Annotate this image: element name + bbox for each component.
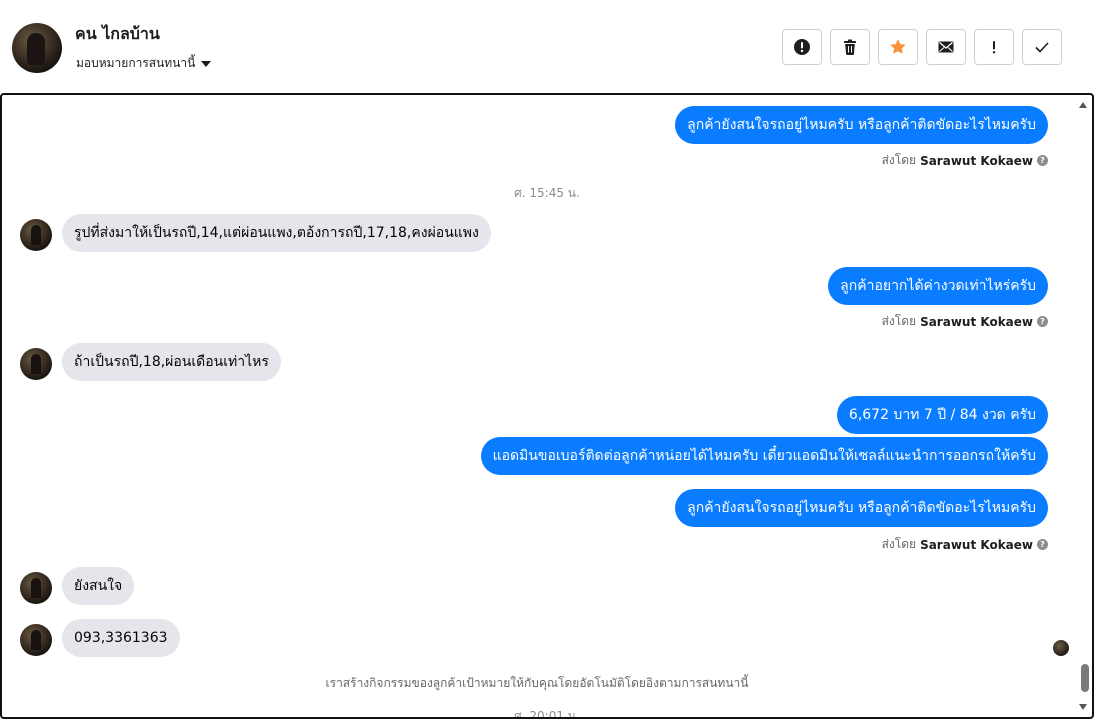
contact-name[interactable]: คน ไกลบ้าน [75, 22, 160, 47]
star-button[interactable] [878, 29, 918, 65]
mark-done-button[interactable] [1022, 29, 1062, 65]
assign-conversation-dropdown[interactable]: มอบหมายการสนทนานี้ [76, 54, 212, 73]
outgoing-message[interactable]: ลูกค้าอยากได้ค่างวดเท่าไหร่ครับ [828, 267, 1048, 305]
assign-label: มอบหมายการสนทนานี้ [76, 56, 196, 70]
outgoing-message[interactable]: แอดมินขอเบอร์ติดต่อลูกค้าหน่อยได้ไหมครับ… [480, 437, 1048, 475]
sent-by-prefix: ส่งโดย [881, 537, 917, 551]
alert-circle-icon [794, 39, 810, 55]
incoming-message[interactable]: ถ้าเป็นรถปี,18,ผ่อนเดือนเท่าไหร [62, 343, 281, 381]
sent-by-label: ส่งโดย Sarawut Kokaew ? [882, 312, 1048, 331]
timestamp-divider: ศ. 15:45 น. [514, 186, 580, 200]
trash-icon [844, 39, 856, 56]
outgoing-message[interactable]: ลูกค้ายังสนใจรถอยู่ไหมครับ หรือลูกค้าติด… [675, 489, 1048, 527]
help-icon[interactable]: ? [1037, 316, 1048, 327]
mark-spam-button[interactable] [782, 29, 822, 65]
conversation-header: คน ไกลบ้าน มอบหมายการสนทนานี้ [0, 0, 1094, 93]
scroll-up-arrow-icon[interactable] [1079, 102, 1087, 108]
sender-name: Sarawut Kokaew [920, 314, 1033, 329]
star-icon [890, 39, 906, 54]
contact-avatar-small [20, 572, 52, 604]
message-thread[interactable]: ลูกค้ายังสนใจรถอยู่ไหมครับ หรือลูกค้าติด… [0, 93, 1094, 719]
caret-down-icon [201, 61, 212, 67]
envelope-icon [938, 41, 954, 53]
contact-avatar[interactable] [12, 23, 62, 73]
sent-by-prefix: ส่งโดย [881, 314, 917, 328]
sent-by-label: ส่งโดย Sarawut Kokaew ? [882, 535, 1048, 554]
sent-by-label: ส่งโดย Sarawut Kokaew ? [882, 151, 1048, 170]
contact-avatar-small [20, 348, 52, 380]
incoming-message[interactable]: 093,3361363 [62, 619, 180, 657]
incoming-message[interactable]: รูปที่ส่งมาให้เป็นรถปี,14,แต่ผ่อนแพง,ตอ้… [62, 214, 491, 252]
contact-avatar-small [20, 219, 52, 251]
help-icon[interactable]: ? [1037, 155, 1048, 166]
sent-by-prefix: ส่งโดย [881, 153, 917, 167]
contact-avatar-small [20, 624, 52, 656]
incoming-message[interactable]: ยังสนใจ [62, 567, 135, 605]
sender-name: Sarawut Kokaew [920, 153, 1033, 168]
sender-name: Sarawut Kokaew [920, 537, 1033, 552]
action-toolbar [782, 29, 1062, 65]
read-receipt-avatar [1053, 640, 1069, 656]
mark-unread-button[interactable] [926, 29, 966, 65]
scrollbar-thumb[interactable] [1081, 664, 1089, 692]
outgoing-message[interactable]: 6,672 บาท 7 ปี / 84 งวด ครับ [836, 396, 1048, 434]
help-icon[interactable]: ? [1037, 539, 1048, 550]
timestamp-divider: ศ. 20:01 น. [514, 709, 580, 719]
exclamation-icon [992, 41, 996, 54]
check-icon [1035, 42, 1049, 53]
follow-up-button[interactable] [974, 29, 1014, 65]
outgoing-message[interactable]: ลูกค้ายังสนใจรถอยู่ไหมครับ หรือลูกค้าติด… [675, 106, 1048, 144]
system-note: เราสร้างกิจกรรมของลูกค้าเป้าหมายให้กับคุ… [325, 676, 749, 690]
delete-button[interactable] [830, 29, 870, 65]
